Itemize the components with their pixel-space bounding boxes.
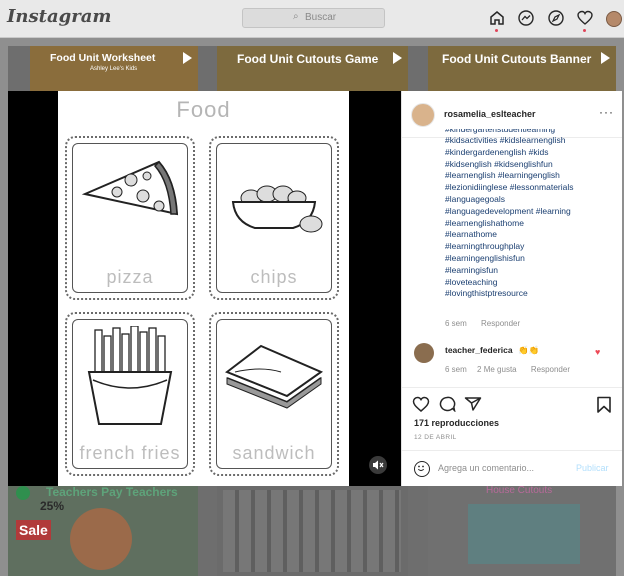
comment-reply-button[interactable]: Responder	[531, 365, 570, 374]
hashtag-line[interactable]: #learningthroughplay	[445, 241, 615, 253]
caption-time: 6 sem	[445, 319, 467, 328]
hashtag-line[interactable]: #learnenglishathome	[445, 218, 615, 230]
search-icon: ⌕	[293, 11, 299, 22]
comment: teacher_federica 👏👏	[445, 345, 539, 356]
hashtag-line[interactable]: #kindergardenenglish #kids	[445, 147, 615, 159]
card-word: sandwich	[232, 443, 316, 463]
bitmoji-avatar	[70, 508, 132, 570]
comment-like-icon[interactable]: ♥	[595, 347, 600, 357]
instagram-logo[interactable]: Instagram	[7, 6, 111, 27]
background-post[interactable]: Food Unit Cutouts Game	[217, 46, 408, 91]
background-post[interactable]	[217, 486, 408, 576]
hashtag-line[interactable]: #languagedevelopment #learning	[445, 206, 615, 218]
activity-dot	[583, 29, 586, 32]
video-icon	[601, 52, 610, 64]
hashtag-line[interactable]: #learnenglish #learningenglish	[445, 170, 615, 182]
comment-likes[interactable]: 2 Me gusta	[477, 365, 517, 374]
top-bar: Instagram ⌕ Buscar	[0, 0, 624, 38]
reply-button[interactable]: Responder	[481, 319, 520, 328]
background-post[interactable]: Food Unit Worksheet Ashley Lee's Kids	[30, 46, 198, 91]
more-options-icon[interactable]: ···	[599, 105, 614, 119]
hashtag-line[interactable]: #kidsenglish #kidsenglishfun	[445, 159, 615, 171]
hashtag-line[interactable]: #languagegoals	[445, 194, 615, 206]
card-word: chips	[250, 267, 298, 287]
hashtag-line[interactable]: #learningenglishisfun	[445, 253, 615, 265]
background-post[interactable]: Teachers Pay Teachers 25% Sale	[8, 486, 198, 576]
pizza-illustration	[81, 160, 179, 216]
search-placeholder: Buscar	[305, 12, 337, 23]
caption-hashtags: #kindergartenstudentlearning #kidsactivi…	[445, 129, 615, 300]
background-post[interactable]: Food Unit Cutouts Banner	[428, 46, 616, 91]
caption-meta: 6 sem Responder	[445, 319, 520, 328]
card-word: pizza	[106, 267, 154, 287]
publish-button[interactable]: Publicar	[576, 463, 609, 473]
comment-username[interactable]: teacher_federica	[445, 345, 513, 355]
hashtag-line[interactable]: #loveteaching	[445, 277, 615, 289]
speaker-muted-icon	[373, 460, 384, 470]
heart-icon[interactable]	[576, 9, 594, 27]
search-input[interactable]: ⌕ Buscar	[242, 8, 385, 28]
hashtag-line[interactable]: #lezionidiinglese #lessonmaterials	[445, 182, 615, 194]
cutouts-grid	[223, 490, 401, 572]
emoji-icon[interactable]	[414, 461, 430, 477]
card-french-fries: french fries	[65, 312, 195, 476]
background-post[interactable]: House Cutouts	[428, 486, 616, 576]
post-side-panel: rosamelia_eslteacher ··· #kindergartenst…	[401, 91, 622, 486]
avatar[interactable]	[411, 103, 435, 127]
card-pizza: pizza	[65, 136, 195, 300]
hashtag-line[interactable]: #kidsactivities #kidslearnenglish	[445, 135, 615, 147]
post-username[interactable]: rosamelia_eslteacher	[444, 109, 536, 119]
messenger-icon[interactable]	[517, 9, 535, 27]
video-icon	[183, 52, 192, 64]
card-word: french fries	[79, 443, 181, 463]
worksheet-image[interactable]: Food pizza chips french fries sandwich	[58, 91, 349, 486]
profile-avatar[interactable]	[606, 11, 622, 27]
views-count[interactable]: 171 reproducciones	[414, 418, 499, 428]
comment-text: 👏👏	[517, 345, 540, 355]
comment-input[interactable]: Agrega un comentario...	[438, 463, 534, 473]
comment-time: 6 sem	[445, 365, 467, 374]
like-icon[interactable]	[412, 396, 430, 412]
sandwich-illustration	[224, 344, 324, 409]
hashtag-line[interactable]: #lovingthistptresource	[445, 288, 615, 300]
fries-illustration	[87, 326, 173, 425]
home-active-dot	[495, 29, 498, 32]
tpt-logo	[16, 486, 30, 500]
action-divider	[402, 387, 622, 390]
hashtag-line[interactable]: #learningisfun	[445, 265, 615, 277]
comment-meta: 6 sem 2 Me gusta Responder	[445, 365, 570, 374]
worksheet-title: Food	[176, 97, 231, 122]
explore-icon[interactable]	[547, 9, 565, 27]
chips-illustration	[231, 185, 323, 233]
save-bookmark-icon[interactable]	[596, 396, 612, 414]
share-icon[interactable]	[464, 396, 482, 412]
comment-box: Agrega un comentario... Publicar	[402, 450, 622, 487]
card-chips: chips	[209, 136, 339, 300]
video-icon	[393, 52, 402, 64]
smile-face	[417, 465, 425, 472]
post-date: 12 DE ABRIL	[414, 434, 457, 441]
hashtag-line[interactable]: #learnathome	[445, 229, 615, 241]
comment-icon[interactable]	[438, 396, 456, 412]
mute-button[interactable]	[369, 456, 387, 474]
furniture-image	[468, 504, 580, 564]
commenter-avatar[interactable]	[414, 343, 434, 363]
card-sandwich: sandwich	[209, 312, 339, 476]
home-icon[interactable]	[488, 9, 506, 27]
background-post-subtitle: Ashley Lee's Kids	[90, 66, 138, 72]
